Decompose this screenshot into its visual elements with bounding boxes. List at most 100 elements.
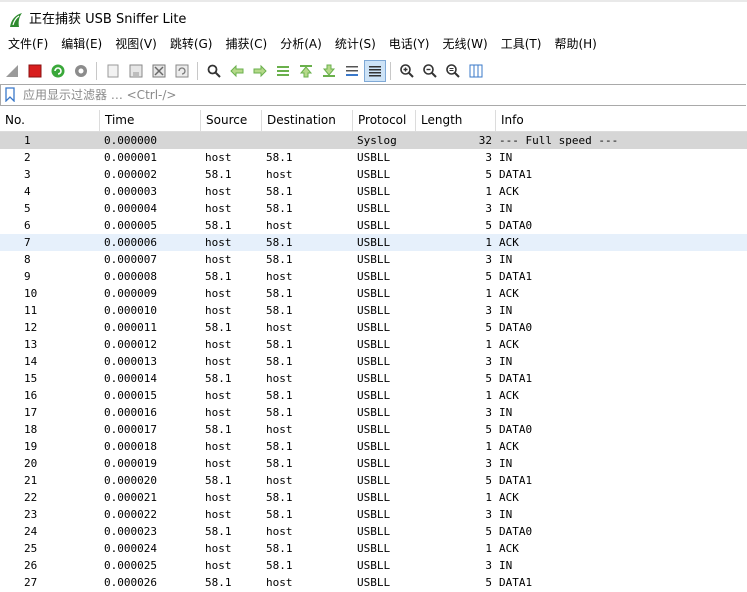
packet-row[interactable]: 16 0.000015 host 58.1 USBLL 1 ACK bbox=[0, 387, 747, 404]
menu-help[interactable]: 帮助(H) bbox=[546, 37, 601, 51]
packet-row[interactable]: 12 0.000011 58.1 host USBLL 5 DATA0 bbox=[0, 319, 747, 336]
packet-row[interactable]: 22 0.000021 host 58.1 USBLL 1 ACK bbox=[0, 489, 747, 506]
cell-info: DATA1 bbox=[499, 576, 533, 589]
packet-row[interactable]: 1 0.000000 Syslog 32 --- Full speed --- bbox=[0, 132, 747, 149]
packet-row[interactable]: 23 0.000022 host 58.1 USBLL 3 IN bbox=[0, 506, 747, 523]
menu-wireless[interactable]: 无线(W) bbox=[435, 37, 493, 51]
reload-icon[interactable] bbox=[171, 60, 193, 82]
zoom-out-icon[interactable] bbox=[419, 60, 441, 82]
cell-no: 26 bbox=[24, 559, 38, 572]
packet-row[interactable]: 2 0.000001 host 58.1 USBLL 3 IN bbox=[0, 149, 747, 166]
cell-time: 0.000010 bbox=[104, 304, 157, 317]
cell-proto: USBLL bbox=[357, 423, 391, 436]
col-header-time[interactable]: Time bbox=[100, 110, 201, 131]
packet-row[interactable]: 9 0.000008 58.1 host USBLL 5 DATA1 bbox=[0, 268, 747, 285]
close-file-icon[interactable] bbox=[148, 60, 170, 82]
cell-time: 0.000012 bbox=[104, 338, 157, 351]
packet-row[interactable]: 15 0.000014 58.1 host USBLL 5 DATA1 bbox=[0, 370, 747, 387]
packet-row[interactable]: 18 0.000017 58.1 host USBLL 5 DATA0 bbox=[0, 421, 747, 438]
display-filter-input[interactable] bbox=[23, 85, 723, 105]
col-header-protocol[interactable]: Protocol bbox=[353, 110, 416, 131]
col-header-destination[interactable]: Destination bbox=[262, 110, 353, 131]
cell-no: 11 bbox=[24, 304, 38, 317]
packet-row[interactable]: 8 0.000007 host 58.1 USBLL 3 IN bbox=[0, 251, 747, 268]
cell-dst: host bbox=[266, 168, 293, 181]
cell-info: DATA1 bbox=[499, 270, 533, 283]
packet-row[interactable]: 14 0.000013 host 58.1 USBLL 3 IN bbox=[0, 353, 747, 370]
menu-telephony[interactable]: 电话(Y) bbox=[381, 37, 435, 51]
packet-row[interactable]: 7 0.000006 host 58.1 USBLL 1 ACK bbox=[0, 234, 747, 251]
packet-row[interactable]: 11 0.000010 host 58.1 USBLL 3 IN bbox=[0, 302, 747, 319]
cell-proto: USBLL bbox=[357, 321, 391, 334]
menu-file[interactable]: 文件(F) bbox=[0, 37, 53, 51]
cell-src: 58.1 bbox=[205, 474, 232, 487]
shark-fin-start-icon[interactable] bbox=[1, 60, 23, 82]
gear-options-icon[interactable] bbox=[70, 60, 92, 82]
find-icon[interactable] bbox=[203, 60, 225, 82]
packet-row[interactable]: 17 0.000016 host 58.1 USBLL 3 IN bbox=[0, 404, 747, 421]
cell-len: 3 bbox=[485, 253, 492, 266]
cell-proto: USBLL bbox=[357, 168, 391, 181]
packet-row[interactable]: 24 0.000023 58.1 host USBLL 5 DATA0 bbox=[0, 523, 747, 540]
packet-row[interactable]: 20 0.000019 host 58.1 USBLL 3 IN bbox=[0, 455, 747, 472]
col-header-length[interactable]: Length bbox=[416, 110, 496, 131]
zoom-in-icon[interactable] bbox=[396, 60, 418, 82]
packet-row[interactable]: 26 0.000025 host 58.1 USBLL 3 IN bbox=[0, 557, 747, 574]
menu-statistics[interactable]: 统计(S) bbox=[327, 37, 381, 51]
col-header-source[interactable]: Source bbox=[201, 110, 262, 131]
cell-src: host bbox=[205, 559, 232, 572]
packet-row[interactable]: 6 0.000005 58.1 host USBLL 5 DATA0 bbox=[0, 217, 747, 234]
packet-row[interactable]: 3 0.000002 58.1 host USBLL 5 DATA1 bbox=[0, 166, 747, 183]
cell-proto: USBLL bbox=[357, 389, 391, 402]
restart-icon[interactable] bbox=[47, 60, 69, 82]
menu-analyze[interactable]: 分析(A) bbox=[272, 37, 327, 51]
cell-no: 21 bbox=[24, 474, 38, 487]
menu-edit[interactable]: 编辑(E) bbox=[53, 37, 107, 51]
menu-capture[interactable]: 捕获(C) bbox=[217, 37, 272, 51]
first-packet-icon[interactable] bbox=[295, 60, 317, 82]
bookmark-filter-icon[interactable] bbox=[5, 87, 15, 102]
back-arrow-icon[interactable] bbox=[226, 60, 248, 82]
packet-row[interactable]: 13 0.000012 host 58.1 USBLL 1 ACK bbox=[0, 336, 747, 353]
go-to-packet-icon[interactable] bbox=[272, 60, 294, 82]
cell-len: 5 bbox=[485, 576, 492, 589]
packet-row[interactable]: 10 0.000009 host 58.1 USBLL 1 ACK bbox=[0, 285, 747, 302]
cell-len: 5 bbox=[485, 525, 492, 538]
cell-info: --- Full speed --- bbox=[499, 134, 619, 147]
last-packet-icon[interactable] bbox=[318, 60, 340, 82]
cell-time: 0.000026 bbox=[104, 576, 157, 589]
cell-len: 3 bbox=[485, 559, 492, 572]
packet-row[interactable]: 4 0.000003 host 58.1 USBLL 1 ACK bbox=[0, 183, 747, 200]
colorize-icon[interactable] bbox=[364, 59, 386, 82]
menu-go[interactable]: 跳转(G) bbox=[162, 37, 218, 51]
col-header-info[interactable]: Info bbox=[496, 110, 747, 131]
cell-dst: 58.1 bbox=[266, 491, 293, 504]
packet-row[interactable]: 25 0.000024 host 58.1 USBLL 1 ACK bbox=[0, 540, 747, 557]
col-header-no[interactable]: No. bbox=[0, 110, 100, 131]
cell-info: DATA0 bbox=[499, 525, 533, 538]
autoscroll-icon[interactable] bbox=[341, 60, 363, 82]
stop-icon[interactable] bbox=[24, 60, 46, 82]
cell-proto: USBLL bbox=[357, 406, 391, 419]
save-file-icon[interactable] bbox=[125, 60, 147, 82]
cell-src: 58.1 bbox=[205, 525, 232, 538]
cell-len: 5 bbox=[485, 372, 492, 385]
open-file-icon[interactable] bbox=[102, 60, 124, 82]
packet-row[interactable]: 21 0.000020 58.1 host USBLL 5 DATA1 bbox=[0, 472, 747, 489]
packet-row[interactable]: 27 0.000026 58.1 host USBLL 5 DATA1 bbox=[0, 574, 747, 591]
cell-no: 1 bbox=[24, 134, 31, 147]
resize-columns-icon[interactable] bbox=[465, 60, 487, 82]
normal-size-icon[interactable] bbox=[442, 60, 464, 82]
cell-info: IN bbox=[499, 457, 513, 470]
cell-proto: USBLL bbox=[357, 457, 391, 470]
cell-info: IN bbox=[499, 559, 513, 572]
cell-info: IN bbox=[499, 151, 513, 164]
menu-view[interactable]: 视图(V) bbox=[107, 37, 162, 51]
cell-dst: host bbox=[266, 525, 293, 538]
packet-row[interactable]: 19 0.000018 host 58.1 USBLL 1 ACK bbox=[0, 438, 747, 455]
cell-info: ACK bbox=[499, 236, 519, 249]
cell-dst: host bbox=[266, 423, 293, 436]
menu-tools[interactable]: 工具(T) bbox=[493, 37, 547, 51]
forward-arrow-icon[interactable] bbox=[249, 60, 271, 82]
packet-row[interactable]: 5 0.000004 host 58.1 USBLL 3 IN bbox=[0, 200, 747, 217]
